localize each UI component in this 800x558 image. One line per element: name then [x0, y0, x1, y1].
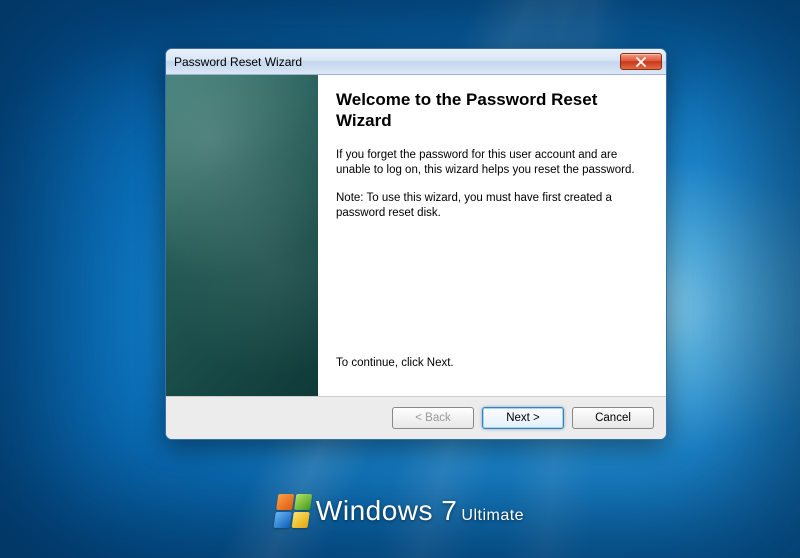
- brand-edition: Ultimate: [461, 507, 524, 524]
- wizard-continue-text: To continue, click Next.: [336, 356, 646, 372]
- next-button[interactable]: Next >: [482, 407, 564, 429]
- dialog-body: Welcome to the Password Reset Wizard If …: [166, 75, 666, 397]
- password-reset-wizard-dialog: Password Reset Wizard Welcome to the Pas…: [165, 48, 667, 440]
- back-button: < Back: [392, 407, 474, 429]
- close-button[interactable]: [620, 53, 662, 70]
- windows-logo-icon: [274, 494, 313, 528]
- cancel-button[interactable]: Cancel: [572, 407, 654, 429]
- wizard-heading: Welcome to the Password Reset Wizard: [336, 89, 646, 132]
- wizard-paragraph-2: Note: To use this wizard, you must have …: [336, 191, 646, 222]
- window-title: Password Reset Wizard: [174, 55, 620, 69]
- close-icon: [636, 57, 646, 67]
- wizard-paragraph-1: If you forget the password for this user…: [336, 148, 646, 179]
- titlebar[interactable]: Password Reset Wizard: [166, 49, 666, 75]
- brand-version: 7: [441, 495, 457, 526]
- os-brand: Windows 7Ultimate: [276, 494, 524, 528]
- wizard-side-graphic: [166, 75, 318, 396]
- wizard-content: Welcome to the Password Reset Wizard If …: [318, 75, 666, 396]
- brand-prefix: Windows: [316, 495, 433, 526]
- dialog-footer: < Back Next > Cancel: [166, 397, 666, 439]
- os-brand-text: Windows 7Ultimate: [316, 495, 524, 527]
